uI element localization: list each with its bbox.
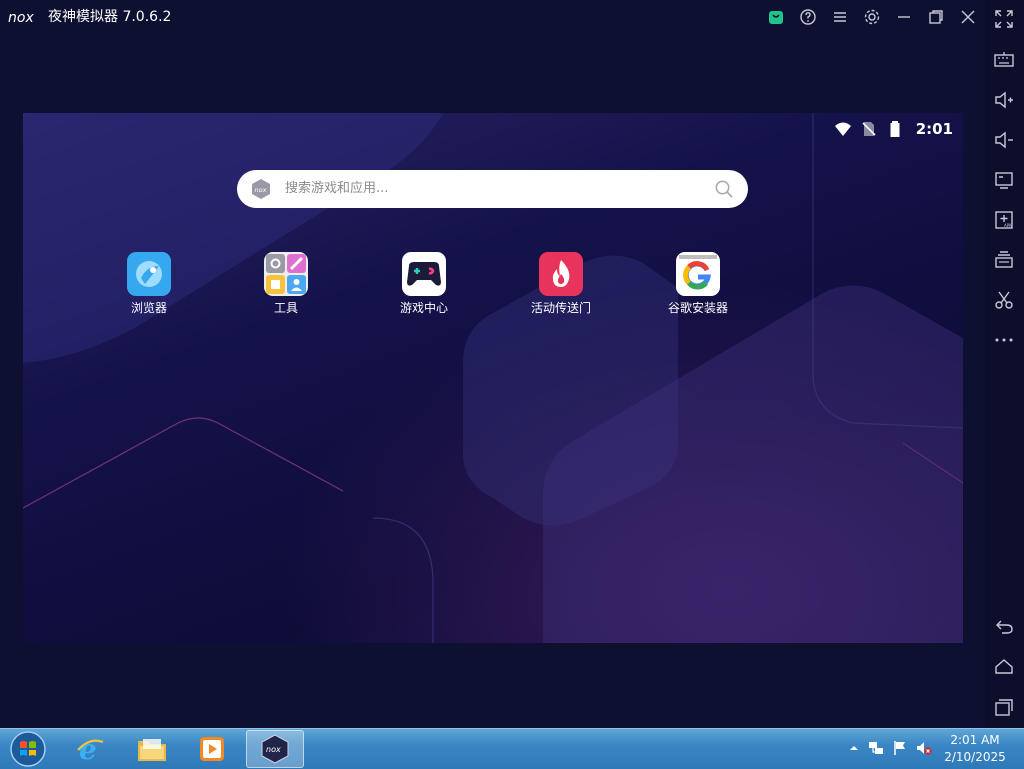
nox-logo: nox [8, 10, 34, 26]
right-sidebar: APK [985, 0, 1024, 728]
svg-text:e: e [79, 734, 97, 764]
minimize-icon[interactable] [894, 7, 914, 27]
app-browser[interactable]: 浏览器 [99, 252, 199, 324]
help-icon[interactable] [798, 7, 818, 27]
google-installer-icon[interactable] [676, 252, 720, 296]
search-bar[interactable]: nox 搜索游戏和应用... [237, 170, 748, 208]
volume-up-icon[interactable] [991, 87, 1017, 113]
shop-icon[interactable] [766, 7, 786, 27]
volume-down-icon[interactable] [991, 127, 1017, 153]
android-home-screen[interactable]: 2:01 nox 搜索游戏和应用... 浏览器 工具 游戏中心 活动传送门 谷歌… [23, 113, 963, 643]
svg-text:nox: nox [255, 186, 267, 194]
app-label: 游戏中心 [399, 301, 448, 315]
svg-text:APK: APK [1004, 223, 1012, 228]
show-hidden-icons[interactable] [846, 740, 862, 756]
file-explorer-icon[interactable] [128, 730, 176, 768]
svg-text:nox: nox [8, 10, 34, 26]
app-game-center[interactable]: 游戏中心 [374, 252, 474, 324]
menu-icon[interactable] [830, 7, 850, 27]
settings-icon[interactable] [862, 7, 882, 27]
svg-text:nox: nox [266, 745, 281, 754]
window-title: 夜神模拟器 7.0.6.2 [48, 9, 172, 25]
tools-icon[interactable] [264, 252, 308, 296]
nox-search-logo: nox [252, 179, 270, 199]
close-icon[interactable] [958, 7, 978, 27]
app-label: 浏览器 [130, 301, 167, 315]
scissors-icon[interactable] [991, 287, 1017, 313]
app-google-installer[interactable]: 谷歌安装器 [648, 252, 748, 324]
back-icon[interactable] [991, 614, 1017, 640]
battery-icon [890, 121, 900, 137]
app-label: 工具 [273, 301, 298, 315]
taskbar-clock[interactable]: 2:01 AM 2/10/2025 [940, 732, 1010, 766]
volume-muted-icon[interactable] [916, 740, 932, 756]
multi-instance-icon[interactable] [991, 247, 1017, 273]
clock-date: 2/10/2025 [944, 750, 1006, 764]
no-sim-icon [862, 122, 876, 136]
internet-explorer-icon[interactable]: e [66, 730, 114, 768]
app-tools[interactable]: 工具 [236, 252, 336, 324]
event-portal-icon[interactable] [539, 252, 583, 296]
status-time: 2:01 [915, 120, 953, 138]
start-button[interactable] [6, 730, 50, 768]
add-apk-icon[interactable]: APK [991, 207, 1017, 233]
screen-icon[interactable] [991, 167, 1017, 193]
app-event-portal[interactable]: 活动传送门 [511, 252, 611, 324]
recent-apps-icon[interactable] [991, 694, 1017, 720]
android-status-bar: 2:01 [834, 118, 953, 140]
action-center-flag-icon[interactable] [892, 740, 908, 756]
keyboard-icon[interactable] [991, 47, 1017, 73]
restore-icon[interactable] [926, 7, 946, 27]
browser-icon[interactable] [127, 252, 171, 296]
game-center-icon[interactable] [402, 252, 446, 296]
app-label: 活动传送门 [530, 301, 591, 315]
network-icon[interactable] [868, 740, 884, 756]
windows-taskbar: e nox 2:01 AM 2/10/2025 [0, 728, 1024, 769]
media-player-icon[interactable] [188, 730, 236, 768]
more-icon[interactable] [991, 327, 1017, 353]
search-icon[interactable] [714, 179, 734, 199]
fullscreen-icon[interactable] [991, 6, 1017, 32]
search-input[interactable]: 搜索游戏和应用... [285, 180, 388, 198]
clock-time: 2:01 AM [950, 733, 1000, 747]
home-icon[interactable] [991, 654, 1017, 680]
app-label: 谷歌安装器 [667, 301, 728, 315]
nox-emulator-window: nox 夜神模拟器 7.0.6.2 APK 2:01 nox 搜索游戏和应用..… [0, 0, 1024, 728]
nox-taskbar-icon[interactable]: nox [246, 730, 304, 768]
wifi-icon [834, 122, 851, 136]
title-bar: nox 夜神模拟器 7.0.6.2 [0, 0, 985, 34]
